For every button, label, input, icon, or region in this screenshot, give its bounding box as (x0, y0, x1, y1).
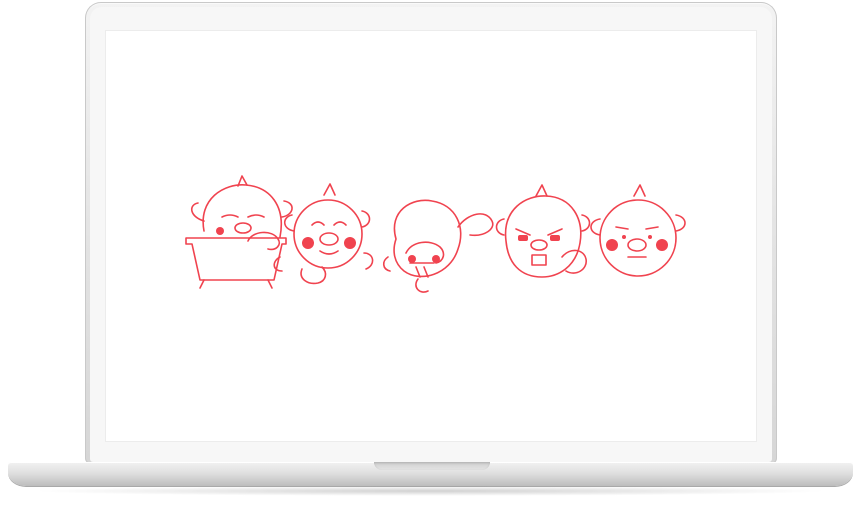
laptop-lid (85, 2, 777, 464)
laptop-screen (106, 31, 756, 441)
screen-bezel (90, 7, 772, 462)
character-skeptical (590, 184, 686, 277)
laptop-mockup (0, 0, 861, 519)
character-bathtub (185, 175, 293, 289)
laptop-shadow (30, 486, 831, 496)
laptop-base (8, 462, 853, 486)
character-artwork (185, 175, 686, 293)
character-angry (495, 184, 591, 278)
character-smiling (273, 183, 374, 285)
character-rolling (382, 199, 494, 293)
lid-notch (374, 462, 490, 470)
